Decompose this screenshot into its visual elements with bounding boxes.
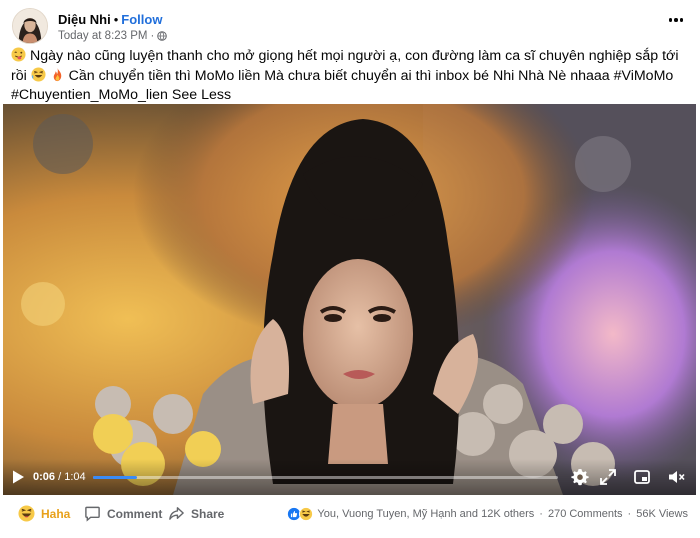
meta-separator: · xyxy=(150,30,155,42)
expand-icon[interactable] xyxy=(598,467,618,487)
haha-icon xyxy=(18,505,35,522)
tongue-wink-emoji-icon xyxy=(11,47,26,62)
author-name[interactable]: Diệu Nhi xyxy=(58,12,111,27)
author-line: Diệu Nhi • Follow xyxy=(58,12,162,27)
post-card: Diệu Nhi • Follow Today at 8:23 PM · Ngày … xyxy=(0,0,700,538)
reaction-icons[interactable] xyxy=(287,507,314,521)
share-label: Share xyxy=(191,506,225,521)
post-caption: Ngày nào cũng luyện thanh cho mở giọng h… xyxy=(11,47,691,106)
views-count: 56K Views xyxy=(636,508,688,520)
reactors-summary[interactable]: You, Vuong Tuyen, Mỹ Hạnh and 12K others xyxy=(317,508,534,520)
current-time: 0:06 xyxy=(33,471,56,483)
more-options-icon[interactable] xyxy=(666,12,686,28)
haha-reaction-button[interactable]: Haha xyxy=(18,505,70,522)
globe-icon[interactable] xyxy=(157,31,168,41)
stats-separator: · xyxy=(539,508,543,520)
post-actions-bar: Haha Comment Share You, Vuong Tuyen, Mỹ … xyxy=(0,496,700,536)
video-time: 0:06 / 1:04 xyxy=(33,471,86,483)
video-controls: 0:06 / 1:04 xyxy=(3,459,696,495)
picture-in-picture-icon[interactable] xyxy=(632,467,652,487)
share-icon xyxy=(169,507,184,520)
comments-count[interactable]: 270 Comments xyxy=(548,508,623,520)
video-progress-bar[interactable] xyxy=(93,476,558,479)
video-player[interactable]: 0:06 / 1:04 xyxy=(3,104,696,495)
video-duration: 1:04 xyxy=(64,471,86,483)
stats-separator: · xyxy=(627,508,632,520)
see-less-link[interactable]: See Less xyxy=(172,87,231,103)
haha-reaction-icon xyxy=(299,507,314,521)
video-progress-fill xyxy=(93,476,137,479)
play-icon[interactable] xyxy=(11,469,25,485)
time-separator: / xyxy=(55,471,65,483)
engagement-stats: You, Vuong Tuyen, Mỹ Hạnh and 12K others… xyxy=(287,507,688,521)
haha-label: Haha xyxy=(41,506,71,521)
comment-icon xyxy=(85,506,100,522)
name-separator: • xyxy=(113,12,119,27)
video-frame xyxy=(3,104,696,495)
post-header: Diệu Nhi • Follow Today at 8:23 PM · xyxy=(10,8,690,46)
gear-icon[interactable] xyxy=(570,467,590,487)
comment-label: Comment xyxy=(107,506,163,521)
fire-emoji-icon xyxy=(53,67,61,81)
comment-button[interactable]: Comment xyxy=(84,505,162,522)
avatar[interactable] xyxy=(12,8,48,44)
caption-text-part2: Cần chuyển tiền thì MoMo liền Mà chưa bi… xyxy=(11,67,674,104)
laughing-emoji-icon xyxy=(31,66,46,82)
share-button[interactable]: Share xyxy=(168,505,224,522)
follow-button[interactable]: Follow xyxy=(121,12,162,27)
post-timestamp[interactable]: Today at 8:23 PM xyxy=(58,30,148,42)
post-meta: Today at 8:23 PM · xyxy=(58,30,168,42)
speaker-muted-icon[interactable] xyxy=(666,467,686,487)
